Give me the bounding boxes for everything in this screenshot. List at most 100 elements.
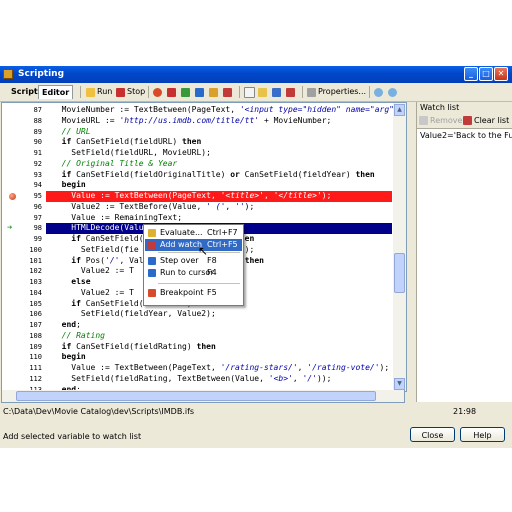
- code-line[interactable]: 89 // URL: [2, 127, 406, 138]
- properties-button[interactable]: Properties...: [307, 86, 366, 98]
- code-line[interactable]: 106 SetField(fieldYear, Value2);: [2, 309, 406, 320]
- code-line[interactable]: 95 Value := TextBetween(PageText, '<titl…: [2, 191, 406, 202]
- code-line[interactable]: 88 MovieURL := 'http://us.imdb.com/title…: [2, 116, 406, 127]
- toolbar-separator: [302, 86, 303, 98]
- code-line[interactable]: 97 Value := RemainingText;: [2, 213, 406, 224]
- mouse-cursor-icon: ↖: [198, 244, 209, 258]
- toolbar-separator: [148, 86, 149, 98]
- scroll-up-button[interactable]: ▲: [394, 104, 405, 116]
- code-text: // URL: [52, 126, 91, 136]
- execution-point-icon: ➔: [7, 223, 13, 234]
- find-button[interactable]: [374, 86, 383, 98]
- new-file-button[interactable]: [244, 86, 255, 98]
- save-icon: [272, 87, 281, 97]
- code-line[interactable]: 110 begin: [2, 352, 406, 363]
- code-text: // Original Title & Year: [52, 158, 178, 168]
- line-number: 95: [33, 192, 42, 200]
- breakpoint-toolbar-button[interactable]: [153, 86, 162, 98]
- code-line[interactable]: 94 begin: [2, 180, 406, 191]
- menu-item-breakpoint[interactable]: Breakpoint F5: [145, 287, 242, 299]
- open-file-button[interactable]: [258, 86, 267, 98]
- watch-toolbar-button[interactable]: [223, 86, 232, 98]
- line-number: 101: [29, 256, 42, 265]
- vertical-scroll-thumb[interactable]: [394, 253, 405, 293]
- line-number: 87: [33, 106, 42, 114]
- step-over-icon: [195, 87, 204, 97]
- toolbar-separator: [369, 86, 370, 98]
- menu-item-label: Step over: [160, 256, 199, 265]
- find-next-button[interactable]: [388, 86, 397, 98]
- run-to-cursor-icon: [148, 269, 156, 277]
- code-line[interactable]: 108 // Rating: [2, 331, 406, 342]
- search-icon: [374, 87, 383, 97]
- title-bar[interactable]: Scripting _ □ ✕: [0, 66, 512, 83]
- code-line[interactable]: 96 Value2 := TextBefore(Value, ' (', '')…: [2, 202, 406, 213]
- help-button[interactable]: Help: [460, 427, 505, 442]
- menu-item-shortcut: F4: [207, 268, 217, 277]
- code-text: MovieURL := 'http://us.imdb.com/title/tt…: [52, 115, 332, 125]
- code-line[interactable]: 112 SetField(fieldRating, TextBetween(Va…: [2, 374, 406, 385]
- line-number: 89: [33, 127, 42, 136]
- menu-item-label: Run to cursor: [160, 268, 214, 277]
- code-text: // Rating: [52, 330, 105, 340]
- step-over-toolbar-button[interactable]: [195, 86, 204, 98]
- menu-item-step-over[interactable]: Step over F8: [145, 255, 242, 267]
- code-line[interactable]: 107 end;: [2, 320, 406, 331]
- run-to-cursor-toolbar-button[interactable]: [209, 86, 218, 98]
- remove-watch-button[interactable]: Remove: [419, 116, 462, 125]
- menu-item-label: Breakpoint: [160, 288, 204, 297]
- close-button[interactable]: Close: [410, 427, 455, 442]
- square-icon: [167, 87, 176, 97]
- toolbar: Scripts Editor Run Stop Properties...: [0, 83, 512, 102]
- code-line[interactable]: 93 if CanSetField(fieldOriginalTitle) or…: [2, 170, 406, 181]
- line-number: 93: [33, 170, 42, 179]
- run-button[interactable]: Run: [86, 86, 112, 98]
- menu-item-evaluate[interactable]: Evaluate... Ctrl+F7: [145, 227, 242, 239]
- maximize-button[interactable]: □: [479, 67, 493, 81]
- line-number: 98: [33, 224, 42, 233]
- menu-item-add-watch[interactable]: Add watch Ctrl+F5: [145, 239, 242, 251]
- breakpoint-icon[interactable]: [9, 193, 16, 200]
- watch-list-title: Watch list: [417, 102, 512, 114]
- code-text: if CanSetField(fieldOriginalTitle) or Ca…: [52, 169, 375, 179]
- line-number: 109: [29, 342, 42, 351]
- line-number: 99: [33, 235, 42, 243]
- line-number: 107: [29, 321, 42, 329]
- line-number: 96: [33, 202, 42, 211]
- watch-item[interactable]: Value2='Back to the Future': [417, 129, 512, 142]
- code-text: else: [52, 277, 91, 286]
- code-line[interactable]: 91 SetField(fieldURL, MovieURL);: [2, 148, 406, 159]
- clear-list-button[interactable]: Clear list: [463, 116, 509, 125]
- horizontal-scrollbar[interactable]: [1, 390, 405, 403]
- code-line[interactable]: 90 if CanSetField(fieldURL) then: [2, 137, 406, 148]
- line-number: 106: [29, 310, 42, 319]
- code-line[interactable]: 109 if CanSetField(fieldRating) then: [2, 342, 406, 353]
- code-text: if CanSetField(fieldURL) then: [52, 137, 202, 147]
- step-button[interactable]: [181, 86, 190, 98]
- tab-editor[interactable]: Editor: [38, 85, 74, 99]
- file-path: C:\Data\Dev\Movie Catalog\dev\Scripts\IM…: [3, 407, 195, 416]
- close-window-button[interactable]: ✕: [494, 67, 508, 81]
- toolbar-separator: [239, 86, 240, 98]
- save-as-button[interactable]: [286, 86, 295, 98]
- code-text: Value2 := TextBefore(Value, ' (', '');: [52, 201, 255, 211]
- line-number: 91: [33, 149, 42, 157]
- minimize-button[interactable]: _: [464, 67, 478, 81]
- code-line[interactable]: 111 Value := TextBetween(PageText, '/rat…: [2, 363, 406, 374]
- new-file-icon: [244, 86, 255, 98]
- vertical-scrollbar[interactable]: ▲ ▼: [393, 103, 406, 391]
- menu-item-run-to-cursor[interactable]: Run to cursor F4: [145, 267, 242, 279]
- code-line[interactable]: 87 MovieNumber := TextBetween(PageText, …: [2, 105, 406, 116]
- horizontal-scroll-thumb[interactable]: [16, 391, 376, 401]
- save-button[interactable]: [272, 86, 281, 98]
- stop-debug-button[interactable]: [167, 86, 176, 98]
- code-text: if CanSetField(fieldRating) then: [52, 341, 216, 351]
- status-bar: C:\Data\Dev\Movie Catalog\dev\Scripts\IM…: [0, 405, 512, 418]
- scroll-down-button[interactable]: ▼: [394, 378, 405, 390]
- line-number: 112: [29, 374, 42, 383]
- watch-toolbar: Remove Clear list: [417, 114, 512, 129]
- app-icon: [3, 69, 13, 79]
- code-line[interactable]: 92 // Original Title & Year: [2, 159, 406, 170]
- stop-button[interactable]: Stop: [116, 86, 145, 98]
- line-number: 97: [33, 213, 42, 222]
